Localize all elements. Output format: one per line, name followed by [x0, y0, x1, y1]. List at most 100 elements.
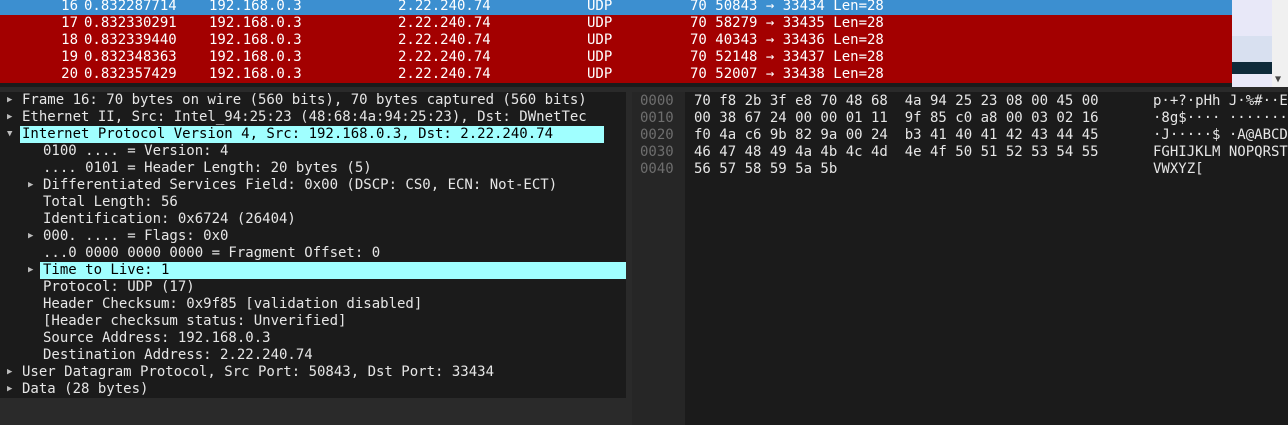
detail-tree-label: Identification: 0x6724 (26404): [43, 211, 296, 227]
packet-src-cell: 192.168.0.3: [209, 66, 302, 82]
packet-number-cell: 19: [61, 49, 78, 65]
packet-proto-cell: UDP: [587, 49, 613, 65]
detail-tree-item[interactable]: ▶ Data (28 bytes): [0, 381, 626, 398]
expand-arrow-icon[interactable]: ▶: [7, 364, 12, 381]
detail-tree-label: Differentiated Services Field: 0x00 (DSC…: [43, 177, 558, 193]
byte-offset: 0040: [640, 161, 674, 177]
packet-info-cell: 70 40343 → 33436 Len=28: [690, 32, 884, 48]
packet-proto-cell: UDP: [587, 32, 613, 48]
packet-dst-cell: 2.22.240.74: [398, 66, 491, 82]
packet-number-cell: 18: [61, 32, 78, 48]
detail-tree-item[interactable]: .... 0101 = Header Length: 20 bytes (5): [0, 160, 626, 177]
packet-src-cell: 192.168.0.3: [209, 32, 302, 48]
packet-time-cell: 0.832357429: [84, 66, 177, 82]
ascii-bytes[interactable]: ·J·····$ ·A@ABCDE: [1153, 127, 1288, 144]
ascii-bytes[interactable]: ·8g$···· ········: [1153, 110, 1288, 127]
detail-tree-item[interactable]: ▼ Internet Protocol Version 4, Src: 192.1…: [0, 126, 626, 143]
packet-time-cell: 0.832339440: [84, 32, 177, 48]
packet-row[interactable]: 16 0.832287714 192.168.0.3 2.22.240.74 UDP 70…: [0, 0, 1232, 15]
packet-proto-cell: UDP: [587, 66, 613, 82]
packet-dst-cell: 2.22.240.74: [398, 15, 491, 31]
detail-tree-label: Header Checksum: 0x9f85 [validation disa…: [43, 296, 423, 312]
detail-tree-label: 000. .... = Flags: 0x0: [43, 228, 229, 244]
detail-tree-label: Data (28 bytes): [22, 381, 149, 397]
detail-tree-label: Protocol: UDP (17): [43, 279, 195, 295]
detail-tree-label: 0100 .... = Version: 4: [43, 143, 229, 159]
byte-offset: 0030: [640, 144, 674, 160]
byte-offset: 0000: [640, 93, 674, 109]
packet-src-cell: 192.168.0.3: [209, 0, 302, 14]
byte-offset: 0010: [640, 110, 674, 126]
detail-tree-label: User Datagram Protocol, Src Port: 50843,…: [22, 364, 495, 380]
packet-details-tree[interactable]: ▶ Frame 16: 70 bytes on wire (560 bits), …: [0, 92, 626, 398]
packet-info-cell: 70 52148 → 33437 Len=28: [690, 49, 884, 65]
packet-row[interactable]: 19 0.832348363 192.168.0.3 2.22.240.74 UDP 70…: [0, 49, 1232, 66]
hex-bytes[interactable]: 56 57 58 59 5a 5b: [694, 161, 837, 178]
packet-dst-cell: 2.22.240.74: [398, 0, 491, 14]
packet-info-cell: 70 52007 → 33438 Len=28: [690, 66, 884, 82]
packet-list[interactable]: 16 0.832287714 192.168.0.3 2.22.240.74 UDP 70…: [0, 0, 1288, 87]
scroll-down-arrow-icon[interactable]: ▼: [1275, 74, 1281, 85]
packet-src-cell: 192.168.0.3: [209, 49, 302, 65]
detail-tree-label: ...0 0000 0000 0000 = Fragment Offset: 0: [43, 245, 381, 261]
expand-arrow-icon[interactable]: ▶: [28, 177, 33, 194]
detail-tree-label: [Header checksum status: Unverified]: [43, 313, 347, 329]
detail-tree-label: .... 0101 = Header Length: 20 bytes (5): [43, 160, 372, 176]
collapse-arrow-icon[interactable]: ▼: [7, 126, 12, 143]
packet-number-cell: 17: [61, 15, 78, 31]
detail-tree-item[interactable]: Source Address: 192.168.0.3: [0, 330, 626, 347]
packet-proto-cell: UDP: [587, 0, 613, 14]
packet-time-cell: 0.832348363: [84, 49, 177, 65]
detail-tree-item[interactable]: Identification: 0x6724 (26404): [0, 211, 626, 228]
detail-tree-item[interactable]: ▶ Ethernet II, Src: Intel_94:25:23 (48:68…: [0, 109, 626, 126]
packet-time-cell: 0.832330291: [84, 15, 177, 31]
detail-tree-item[interactable]: Destination Address: 2.22.240.74: [0, 347, 626, 364]
detail-tree-item[interactable]: Header Checksum: 0x9f85 [validation disa…: [0, 296, 626, 313]
packet-src-cell: 192.168.0.3: [209, 15, 302, 31]
detail-tree-label: Destination Address: 2.22.240.74: [43, 347, 313, 363]
detail-tree-item[interactable]: Protocol: UDP (17): [0, 279, 626, 296]
packet-row[interactable]: 18 0.832339440 192.168.0.3 2.22.240.74 UDP 70…: [0, 32, 1232, 49]
detail-tree-item[interactable]: ▶ Differentiated Services Field: 0x00 (DS…: [0, 177, 626, 194]
detail-tree-item[interactable]: ▶ 000. .... = Flags: 0x0: [0, 228, 626, 245]
packet-bytes-pane[interactable]: 0000 70 f8 2b 3f e8 70 48 68 4a 94 25 23 …: [632, 92, 1288, 425]
packet-row[interactable]: 20 0.832357429 192.168.0.3 2.22.240.74 UDP 70…: [0, 66, 1232, 83]
packet-list-scrollbar[interactable]: ▼: [1272, 0, 1288, 87]
detail-tree-item[interactable]: ▶ User Datagram Protocol, Src Port: 50843…: [0, 364, 626, 381]
packet-list-minimap[interactable]: [1232, 0, 1272, 87]
detail-tree-item[interactable]: Total Length: 56: [0, 194, 626, 211]
hex-bytes[interactable]: 46 47 48 49 4a 4b 4c 4d 4e 4f 50 51 52 5…: [694, 144, 1099, 161]
ascii-bytes[interactable]: FGHIJKLM NOPQRSTU: [1153, 144, 1288, 161]
packet-dst-cell: 2.22.240.74: [398, 32, 491, 48]
hex-bytes[interactable]: f0 4a c6 9b 82 9a 00 24 b3 41 40 41 42 4…: [694, 127, 1099, 144]
packet-number-cell: 16: [61, 0, 78, 14]
detail-tree-label: Frame 16: 70 bytes on wire (560 bits), 7…: [22, 92, 587, 108]
detail-tree-label: Total Length: 56: [43, 194, 178, 210]
detail-tree-label: Ethernet II, Src: Intel_94:25:23 (48:68:…: [22, 109, 587, 125]
packet-info-cell: 70 58279 → 33435 Len=28: [690, 15, 884, 31]
hex-bytes[interactable]: 70 f8 2b 3f e8 70 48 68 4a 94 25 23 08 0…: [694, 93, 1099, 110]
detail-tree-label: Internet Protocol Version 4, Src: 192.16…: [20, 126, 604, 143]
detail-tree-label: Time to Live: 1: [40, 262, 626, 279]
hex-bytes[interactable]: 00 38 67 24 00 00 01 11 9f 85 c0 a8 00 0…: [694, 110, 1099, 127]
packet-number-cell: 20: [61, 66, 78, 82]
expand-arrow-icon[interactable]: ▶: [28, 228, 33, 245]
packet-row[interactable]: 17 0.832330291 192.168.0.3 2.22.240.74 UDP 70…: [0, 15, 1232, 32]
packet-info-cell: 70 50843 → 33434 Len=28: [690, 0, 884, 14]
detail-tree-label: Source Address: 192.168.0.3: [43, 330, 271, 346]
ascii-bytes[interactable]: p·+?·pHh J·%#··E·: [1153, 93, 1288, 110]
detail-tree-item[interactable]: [Header checksum status: Unverified]: [0, 313, 626, 330]
expand-arrow-icon[interactable]: ▶: [7, 92, 12, 109]
ascii-bytes[interactable]: VWXYZ[: [1153, 161, 1204, 178]
expand-arrow-icon[interactable]: ▶: [7, 381, 12, 398]
expand-arrow-icon[interactable]: ▶: [7, 109, 12, 126]
packet-proto-cell: UDP: [587, 15, 613, 31]
expand-arrow-icon[interactable]: ▶: [28, 262, 33, 279]
detail-tree-item[interactable]: ▶ Frame 16: 70 bytes on wire (560 bits), …: [0, 92, 626, 109]
byte-offset: 0020: [640, 127, 674, 143]
detail-tree-item[interactable]: ▶ Time to Live: 1: [0, 262, 626, 279]
detail-tree-item[interactable]: 0100 .... = Version: 4: [0, 143, 626, 160]
packet-dst-cell: 2.22.240.74: [398, 49, 491, 65]
packet-details-empty-area: [0, 398, 626, 425]
detail-tree-item[interactable]: ...0 0000 0000 0000 = Fragment Offset: 0: [0, 245, 626, 262]
